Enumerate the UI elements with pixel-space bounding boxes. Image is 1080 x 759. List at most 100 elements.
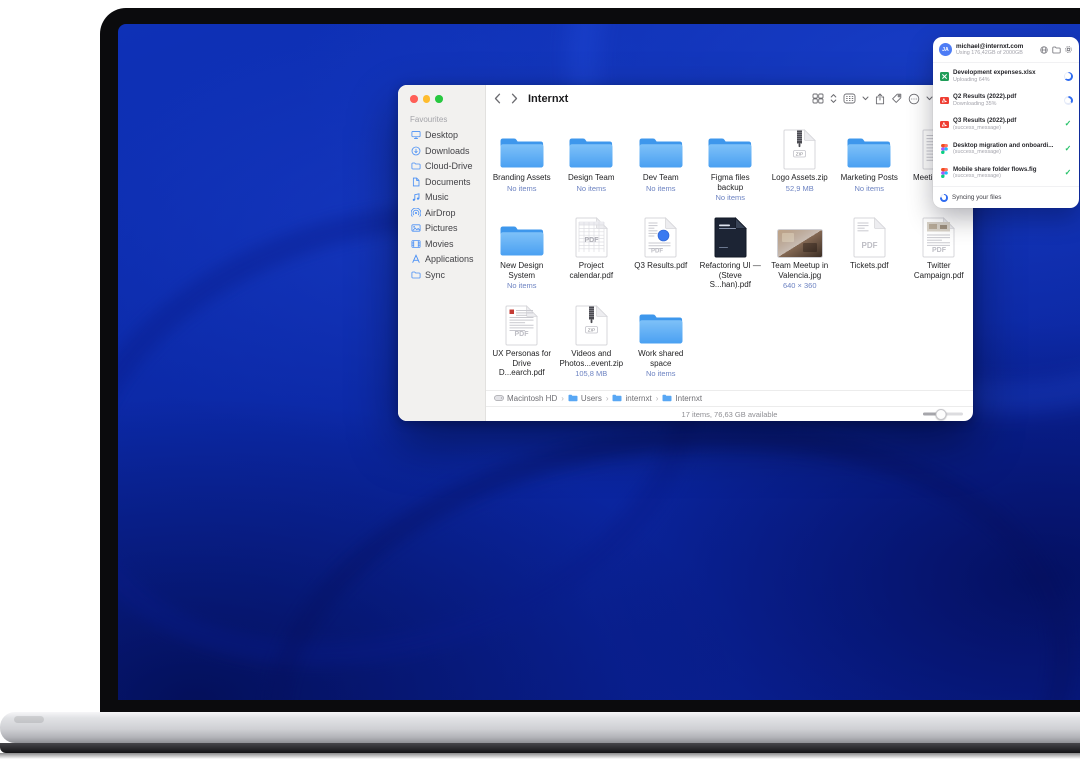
sidebar-item-label: Documents (425, 177, 471, 187)
transfer-subtitle: (success_message) (953, 173, 1059, 180)
transfer-subtitle: Uploading 64% (953, 77, 1059, 84)
svg-text:PDF: PDF (932, 247, 947, 254)
file-name: Team Meetup in Valencia.jpg (768, 261, 832, 280)
transfer-status: ✓ (1063, 120, 1073, 128)
minimize-button[interactable] (423, 95, 431, 103)
transfer-texts: Development expenses.xlsxUploading 64% (953, 69, 1059, 83)
transfer-item-mobile-share-folder-flows-fig: Mobile share folder flows.fig(success_me… (933, 161, 1079, 185)
breadcrumb-separator: › (656, 394, 659, 403)
icon-size-slider[interactable] (923, 413, 963, 416)
breadcrumb-item-macintosh-hd[interactable]: Macintosh HD (494, 394, 557, 404)
slider-knob[interactable] (936, 409, 947, 420)
breadcrumb-item-internxt[interactable]: internxt (612, 394, 651, 404)
sidebar-item-movies[interactable]: Movies (410, 236, 485, 252)
file-subtitle: No items (854, 184, 884, 193)
sidebar-item-documents[interactable]: Documents (410, 174, 485, 190)
file-item-branding-assets[interactable]: Branding AssetsNo items (487, 126, 557, 214)
breadcrumb-item-users[interactable]: Users (568, 394, 602, 404)
file-name: Refactoring UI — (Steve S...han).pdf (698, 261, 762, 290)
sidebar-item-music[interactable]: Music (410, 190, 485, 206)
file-item-project-calendar-pdf[interactable]: PDFProject calendar.pdf (557, 214, 627, 302)
group-view-icon[interactable] (843, 93, 856, 104)
share-icon[interactable] (875, 93, 885, 105)
breadcrumb-item-internxt[interactable]: Internxt (662, 394, 702, 404)
sidebar-item-desktop[interactable]: Desktop (410, 128, 485, 144)
svg-text:ZIP: ZIP (588, 327, 595, 333)
file-item-refactoring-ui-steve-s-han-pdf[interactable]: Refactoring UI — (Steve S...han).pdf (696, 214, 766, 302)
breadcrumb-label: Users (581, 394, 602, 403)
file-item-logo-assets-zip[interactable]: ZIPLogo Assets.zip52,9 MB (765, 126, 835, 214)
gear-icon[interactable] (1064, 45, 1073, 54)
breadcrumb: Macintosh HD›Users›internxt›Internxt (486, 390, 973, 406)
file-item-team-meetup-in-valencia-jpg[interactable]: Team Meetup in Valencia.jpg640 × 360 (765, 214, 835, 302)
finder-toolbar: Internxt (486, 85, 973, 112)
account-usage: Using 176,42GB of 2000GB (956, 50, 1023, 57)
movies-icon (410, 238, 421, 249)
sidebar-item-applications[interactable]: Applications (410, 252, 485, 268)
folder-icon (568, 126, 614, 170)
file-item-videos-and-photos-event-zip[interactable]: ZIPVideos and Photos...event.zip105,8 MB (557, 302, 627, 390)
file-item-dev-team[interactable]: Dev TeamNo items (626, 126, 696, 214)
account-info: michael@internxt.com Using 176,42GB of 2… (956, 43, 1023, 57)
transfer-name: Q3 Results (2022).pdf (953, 117, 1059, 125)
laptop-base (0, 712, 1080, 743)
desktop-icon (410, 130, 421, 141)
chevron-down-icon[interactable] (926, 96, 933, 101)
figma-file-icon (939, 168, 949, 178)
sidebar-item-cloud-drive[interactable]: Cloud-Drive (410, 159, 485, 175)
file-item-q3-results-pdf[interactable]: PDFQ3 Results.pdf (626, 214, 696, 302)
sidebar-item-sync[interactable]: Sync (410, 267, 485, 283)
breadcrumb-label: Macintosh HD (507, 394, 557, 403)
sort-chevrons-icon[interactable] (830, 93, 837, 104)
file-name: Logo Assets.zip (772, 173, 828, 183)
pdf-table-icon: PDF (575, 214, 608, 258)
file-item-design-team[interactable]: Design TeamNo items (557, 126, 627, 214)
file-subtitle: No items (646, 184, 676, 193)
file-item-figma-files-backup[interactable]: Figma files backupNo items (696, 126, 766, 214)
pdf-persona-icon: PDF (505, 302, 538, 346)
folder-icon (638, 126, 684, 170)
transfer-texts: Desktop migration and onboardi...(succes… (953, 142, 1059, 156)
zoom-button[interactable] (435, 95, 443, 103)
widget-header-actions (1040, 45, 1073, 54)
transfer-texts: Mobile share folder flows.fig(success_me… (953, 166, 1059, 180)
file-grid: Branding AssetsNo itemsDesign TeamNo ite… (486, 112, 973, 390)
file-item-ux-personas-for-drive-d-earch-pdf[interactable]: PDFUX Personas for Drive D...earch.pdf (487, 302, 557, 390)
file-item-new-design-system[interactable]: New Design SystemNo items (487, 214, 557, 302)
more-circle-icon[interactable] (908, 93, 920, 105)
transfer-subtitle: (success_message) (953, 149, 1059, 156)
sidebar-list: Desktop DownloadsCloud-Drive Documents Musi… (410, 128, 485, 283)
file-item-marketing-posts[interactable]: Marketing PostsNo items (835, 126, 905, 214)
check-icon: ✓ (1065, 145, 1072, 153)
pdf-file-icon (939, 96, 949, 105)
file-item-work-shared-space[interactable]: Work shared spaceNo items (626, 302, 696, 390)
file-item-tickets-pdf[interactable]: PDFTickets.pdf (835, 214, 905, 302)
image-icon (777, 214, 823, 258)
transfer-status: ✓ (1063, 145, 1073, 153)
tag-icon[interactable] (891, 93, 902, 104)
zip-icon: ZIP (783, 126, 816, 170)
globe-icon[interactable] (1040, 46, 1048, 54)
file-name: Twitter Campaign.pdf (907, 261, 971, 280)
sidebar-item-label: Pictures (425, 223, 458, 233)
file-item-twitter-campaign-pdf[interactable]: PDF Twitter Campaign.pdf (904, 214, 973, 302)
svg-text:PDF: PDF (861, 241, 877, 250)
chevron-right-icon[interactable] (511, 93, 518, 104)
folder-outline-icon[interactable] (1052, 46, 1061, 54)
window-title: Internxt (528, 93, 568, 105)
sidebar-item-airdrop[interactable]: AirDrop (410, 205, 485, 221)
chevron-left-icon[interactable] (494, 93, 501, 104)
sidebar-item-label: Desktop (425, 130, 458, 140)
sync-spinner-icon (940, 194, 948, 202)
view-grid-icon[interactable] (812, 93, 824, 104)
chevron-down-icon[interactable] (862, 96, 869, 101)
sidebar-section-label: Favourites (410, 115, 485, 124)
sidebar-item-pictures[interactable]: Pictures (410, 221, 485, 237)
check-icon: ✓ (1065, 169, 1072, 177)
transfer-name: Development expenses.xlsx (953, 69, 1059, 77)
widget-footer: Syncing your files (933, 186, 1079, 208)
check-icon: ✓ (1065, 120, 1072, 128)
close-button[interactable] (410, 95, 418, 103)
sidebar-item-downloads[interactable]: Downloads (410, 143, 485, 159)
file-name: Figma files backup (698, 173, 762, 192)
